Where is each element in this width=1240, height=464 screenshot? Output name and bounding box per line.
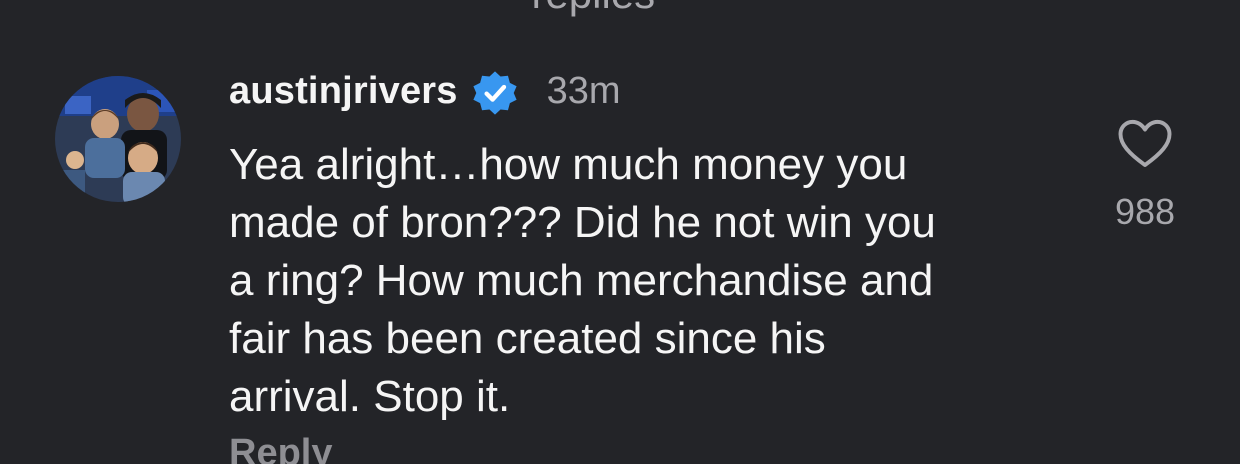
view-replies-partial[interactable]: —— ••• replies (380, 0, 655, 18)
comment-text: Yea alright…how much money you made of b… (229, 140, 936, 421)
comment-timestamp: 33m (546, 69, 621, 112)
avatar[interactable] (55, 76, 181, 202)
comment-content: austinjrivers 33m Yea alright…how much m… (229, 66, 1069, 426)
reply-button[interactable]: Reply (229, 432, 332, 464)
verified-badge-icon (473, 71, 517, 115)
avatar-photo (55, 76, 181, 202)
username-link[interactable]: austinjrivers (229, 70, 458, 113)
comment-screen: —— ••• replies austinjrivers (0, 0, 1240, 464)
like-column: 988 (1100, 118, 1190, 233)
like-count: 988 (1114, 191, 1176, 232)
comment-header: austinjrivers 33m (229, 66, 1069, 116)
heart-outline-icon[interactable] (1117, 118, 1173, 170)
